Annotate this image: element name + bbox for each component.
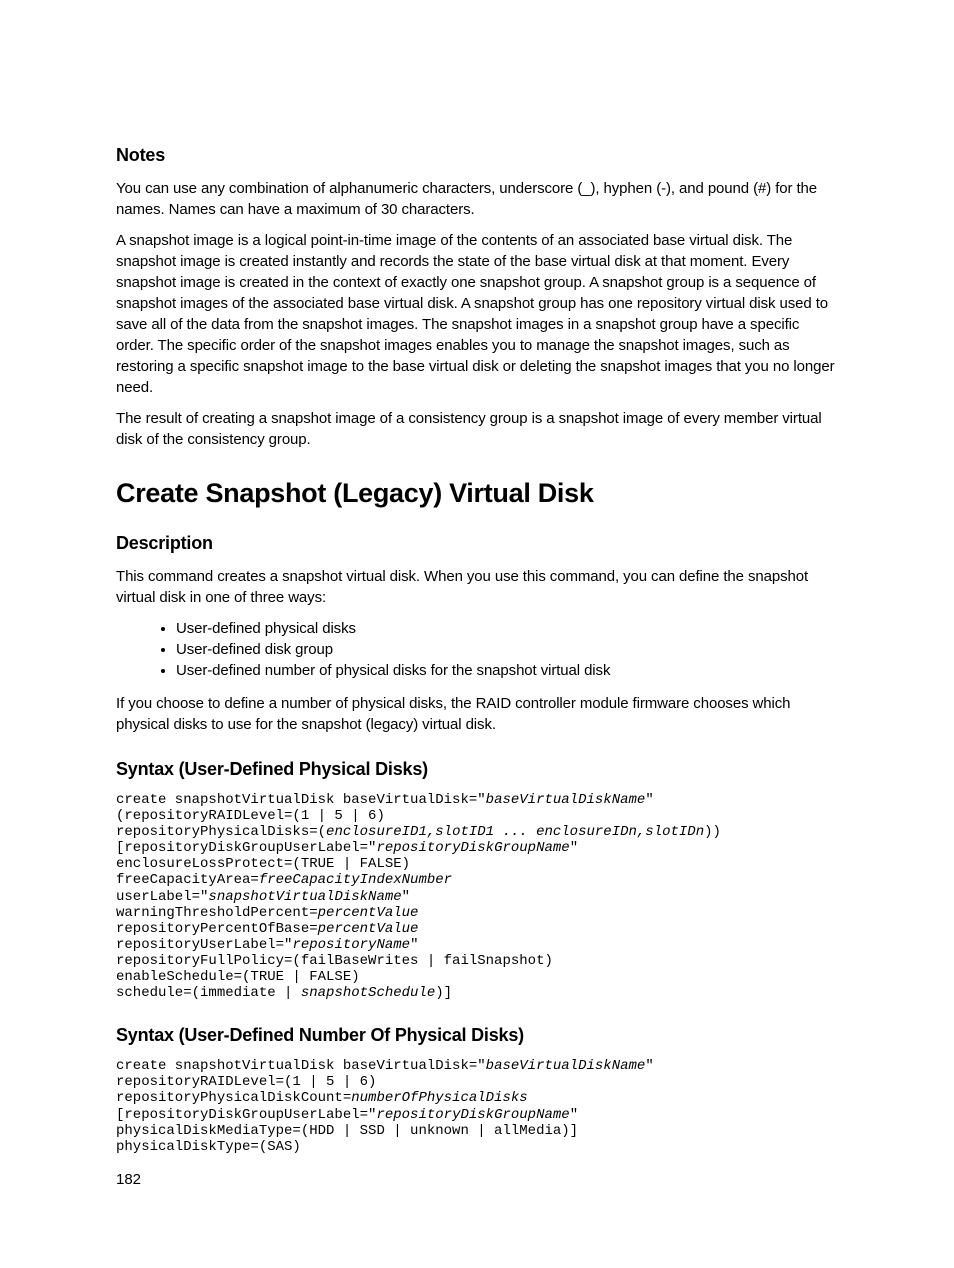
notes-heading: Notes [116,145,839,166]
syntax2-code: create snapshotVirtualDisk baseVirtualDi… [116,1058,839,1155]
page-number: 182 [116,1171,141,1188]
notes-p1: You can use any combination of alphanume… [116,178,839,220]
list-item: User-defined disk group [176,639,839,660]
description-list: User-defined physical disks User-defined… [176,618,839,681]
list-item: User-defined number of physical disks fo… [176,660,839,681]
syntax2-heading: Syntax (User-Defined Number Of Physical … [116,1025,839,1046]
description-intro: This command creates a snapshot virtual … [116,566,839,608]
description-outro: If you choose to define a number of phys… [116,693,839,735]
syntax1-code: create snapshotVirtualDisk baseVirtualDi… [116,792,839,1001]
section-title: Create Snapshot (Legacy) Virtual Disk [116,478,839,509]
list-item: User-defined physical disks [176,618,839,639]
syntax1-heading: Syntax (User-Defined Physical Disks) [116,759,839,780]
description-heading: Description [116,533,839,554]
notes-p3: The result of creating a snapshot image … [116,408,839,450]
notes-p2: A snapshot image is a logical point-in-t… [116,230,839,398]
